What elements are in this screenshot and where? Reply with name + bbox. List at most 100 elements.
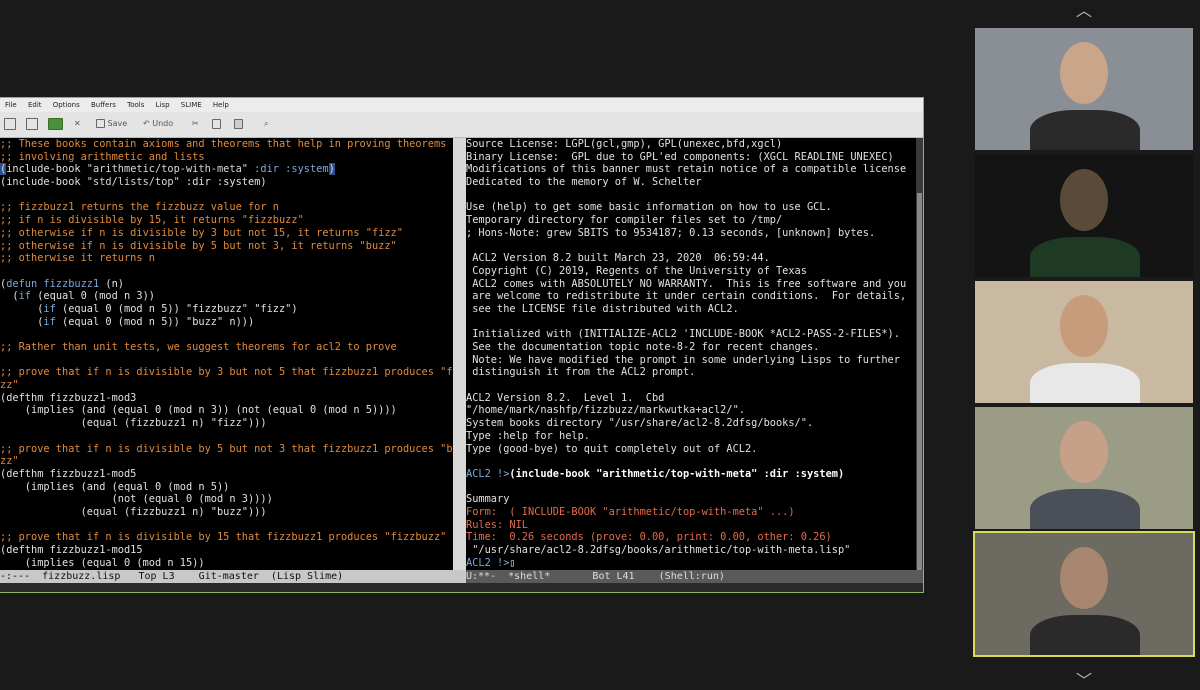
paste-icon[interactable]	[234, 117, 243, 131]
new-file-icon[interactable]	[4, 117, 16, 131]
code-token: Rules: NIL	[466, 518, 528, 531]
shell-buffer[interactable]: Source License: LGPL(gcl,gmp), GPL(unexe…	[466, 138, 916, 570]
code-token: (equal (fizzbuzz1 n) "fizz")))	[0, 417, 267, 430]
code-token: Type (good-bye) to quit completely out o…	[466, 442, 758, 455]
code-token: ;; if n is divisible by 15, it returns "…	[0, 214, 304, 227]
code-token: ;; fizzbuzz1 returns the fizzbuzz value …	[0, 201, 279, 214]
code-token: Use (help) to get some basic information…	[466, 201, 832, 214]
lisp-code-line: ;; fizzbuzz1 returns the fizzbuzz value …	[0, 201, 453, 214]
menu-buffers[interactable]: Buffers	[91, 101, 116, 109]
save-button[interactable]: Save	[96, 117, 127, 131]
menu-file[interactable]: File	[5, 101, 17, 109]
menu-help[interactable]: Help	[213, 101, 229, 109]
cut-icon[interactable]: ✂	[192, 117, 199, 131]
lisp-code-line: (if (equal 0 (mod n 5)) "fizzbuzz" "fizz…	[0, 303, 453, 316]
lisp-code-line: (defthm fizzbuzz1-mod5	[0, 468, 453, 481]
shell-output-line: Dedicated to the memory of W. Schelter	[466, 176, 916, 189]
window-divider[interactable]	[453, 138, 466, 570]
code-token: ;; prove that if n is divisible by 15 th…	[0, 531, 447, 544]
shell-output-line: Temporary directory for compiler files s…	[466, 214, 916, 227]
code-token: (not (equal 0 (mod n 3))))	[0, 493, 273, 506]
close-buffer-icon[interactable]: ✕	[74, 117, 81, 131]
lisp-code-line: zz"	[0, 379, 453, 392]
lisp-code-line	[0, 519, 453, 532]
menu-tools[interactable]: Tools	[127, 101, 144, 109]
shell-output-line: Source License: LGPL(gcl,gmp), GPL(unexe…	[466, 138, 916, 151]
code-token: (include-book "arithmetic/top-with-meta"…	[509, 467, 845, 480]
code-token: ;; Rather than unit tests, we suggest th…	[0, 341, 397, 353]
lisp-code-line: ;; otherwise if n is divisible by 5 but …	[0, 240, 453, 253]
scrollbar-thumb[interactable]	[917, 193, 922, 570]
code-token: distinguish it from the ACL2 prompt.	[466, 366, 696, 379]
menu-edit[interactable]: Edit	[28, 101, 42, 109]
shell-output-line: Summary	[466, 493, 916, 506]
scrollbar[interactable]	[916, 138, 923, 570]
participant-body	[1030, 110, 1140, 150]
code-token: Dedicated to the memory of W. Schelter	[466, 176, 702, 189]
lisp-code-line: ;; prove that if n is divisible by 3 but…	[0, 366, 453, 379]
lisp-code-line	[0, 189, 453, 202]
code-token: (defthm fizzbuzz1-mod15	[0, 544, 143, 556]
code-token: Form: ( INCLUDE-BOOK "arithmetic/top-wit…	[466, 505, 795, 518]
lisp-code-line: (equal (fizzbuzz1 n) "buzz")))	[0, 506, 453, 519]
code-token: (equal 0 (mod n 3))	[31, 290, 156, 303]
video-tile-1[interactable]	[975, 28, 1193, 150]
shell-output-line: System books directory "/usr/share/acl2-…	[466, 417, 916, 430]
code-token: ;; otherwise it returns n	[0, 252, 155, 265]
lisp-code-line	[0, 354, 453, 367]
shell-output-line: ACL2 !>(include-book "arithmetic/top-wit…	[466, 468, 916, 481]
shell-output-line: Time: 0.26 seconds (prove: 0.00, print: …	[466, 531, 916, 544]
participant-head	[1060, 421, 1108, 483]
undo-label: Undo	[152, 119, 174, 128]
open-directory-icon[interactable]	[48, 117, 63, 131]
shell-output-line	[466, 316, 916, 329]
menu-options[interactable]: Options	[53, 101, 80, 109]
participant-body	[1030, 489, 1140, 529]
code-token: Temporary directory for compiler files s…	[466, 214, 783, 227]
code-token: (	[0, 302, 44, 315]
lisp-code-line	[0, 328, 453, 341]
search-icon[interactable]: ⌕	[264, 117, 268, 131]
lisp-code-line: (defthm fizzbuzz1-mod3	[0, 392, 453, 405]
shell-output-line: Type (good-bye) to quit completely out o…	[466, 443, 916, 456]
code-token: ;; otherwise if n is divisible by 5 but …	[0, 239, 397, 252]
code-token: if	[43, 315, 56, 328]
shell-output-line: ACL2 comes with ABSOLUTELY NO WARRANTY. …	[466, 278, 916, 291]
menu-lisp[interactable]: Lisp	[156, 101, 170, 109]
shell-output-line: ACL2 Version 8.2 built March 23, 2020 06…	[466, 252, 916, 265]
lisp-code-line: ;; involving arithmetic and lists	[0, 151, 453, 164]
lisp-code-line: (include-book "std/lists/top" :dir :syst…	[0, 176, 453, 189]
scroll-up-chevron-icon[interactable]: ︿	[1070, 3, 1098, 19]
emacs-window: File Edit Options Buffers Tools Lisp SLI…	[0, 97, 924, 593]
video-tile-5-active-speaker[interactable]	[973, 531, 1195, 657]
shell-output-line: See the documentation topic note-8-2 for…	[466, 341, 916, 354]
participant-head	[1060, 42, 1108, 104]
code-token: Modifications of this banner must retain…	[466, 163, 907, 176]
shell-output-line	[466, 379, 916, 392]
lisp-code-line: ;; otherwise it returns n	[0, 252, 453, 265]
lisp-code-line: (defthm fizzbuzz1-mod15	[0, 544, 453, 557]
participant-body	[1030, 237, 1140, 277]
code-token: :dir :system	[247, 163, 329, 176]
lisp-code-line: (defun fizzbuzz1 (n)	[0, 278, 453, 291]
undo-button[interactable]: ↶ Undo	[143, 117, 173, 131]
modeline-right: U:**- *shell* Bot L41 (Shell:run)	[466, 570, 923, 583]
video-tile-2[interactable]	[975, 155, 1193, 277]
shell-output-line: ACL2 Version 8.2. Level 1. Cbd	[466, 392, 916, 405]
lisp-code-line: (not (equal 0 (mod n 3))))	[0, 493, 453, 506]
copy-icon[interactable]	[212, 117, 221, 131]
code-token: System books directory "/usr/share/acl2-…	[466, 417, 814, 430]
shell-output-line: Use (help) to get some basic information…	[466, 201, 916, 214]
menu-slime[interactable]: SLIME	[181, 101, 202, 109]
video-tile-4[interactable]	[975, 407, 1193, 529]
code-token: Time: 0.26 seconds (prove: 0.00, print: …	[466, 531, 832, 544]
code-token: "/home/mark/nashfp/fizzbuzz/markwutka+ac…	[466, 404, 745, 417]
open-file-icon[interactable]	[26, 117, 38, 131]
video-tile-3[interactable]	[975, 281, 1193, 403]
code-token: ;; otherwise if n is divisible by 3 but …	[0, 226, 403, 239]
code-token: (include-book	[0, 176, 87, 189]
lisp-code-line: (equal (fizzbuzz1 n) "fizz")))	[0, 417, 453, 430]
code-token: )	[328, 163, 335, 176]
code-token: Initialized with (INITIALIZE-ACL2 'INCLU…	[466, 328, 900, 341]
fizzbuzz-lisp-buffer[interactable]: ;; These books contain axioms and theore…	[0, 138, 453, 570]
